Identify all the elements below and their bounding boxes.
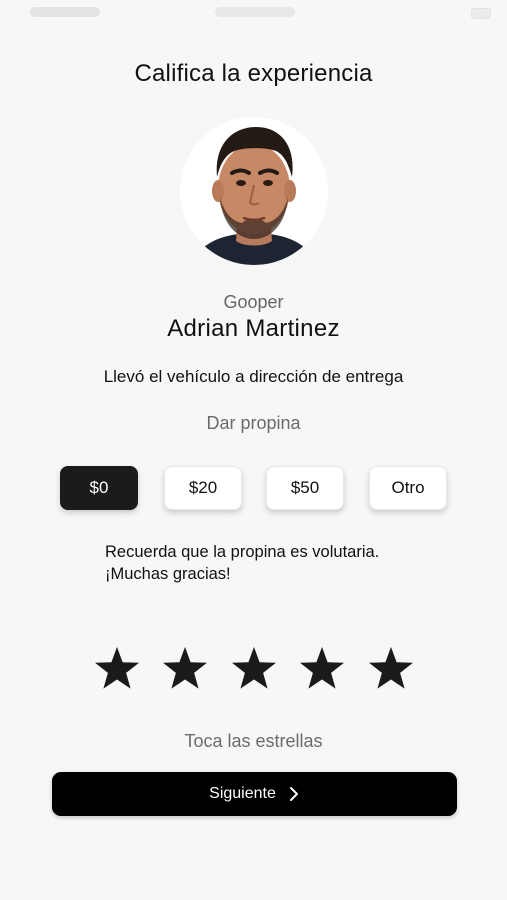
tip-label: Dar propina [206,413,301,433]
rating-hint: Toca las estrellas [184,731,323,751]
star-icon[interactable] [162,646,208,690]
tip-option-20[interactable]: $20 [164,466,242,510]
star-icon[interactable] [94,646,140,690]
status-center [215,7,295,17]
tip-note-line-1: Recuerda que la propina es volutaria. [105,543,380,561]
status-time [30,7,100,17]
tip-note: Recuerda que la propina es volutaria. ¡M… [105,541,445,585]
tip-note-line-2: ¡Muchas gracias! [105,565,231,583]
chevron-right-icon [289,787,298,801]
tip-option-other[interactable]: Otro [369,466,447,510]
rating-screen: Califica la experiencia Gooper Adrian Ma… [0,0,507,900]
tip-option-50[interactable]: $50 [266,466,344,510]
tip-option-0[interactable]: $0 [60,466,138,510]
star-icon[interactable] [231,646,277,690]
star-icon[interactable] [299,646,345,690]
service-description: Llevó el vehículo a dirección de entrega [103,367,404,386]
status-bar [0,4,507,22]
page-title: Califica la experiencia [134,60,373,87]
star-icon[interactable] [368,646,414,690]
driver-role: Gooper [223,292,284,312]
next-button[interactable]: Siguiente [52,772,457,816]
driver-avatar [180,117,328,265]
driver-name: Adrian Martinez [167,315,340,342]
battery-icon [471,8,491,19]
next-button-label: Siguiente [209,785,276,802]
driver-photo [180,117,328,265]
